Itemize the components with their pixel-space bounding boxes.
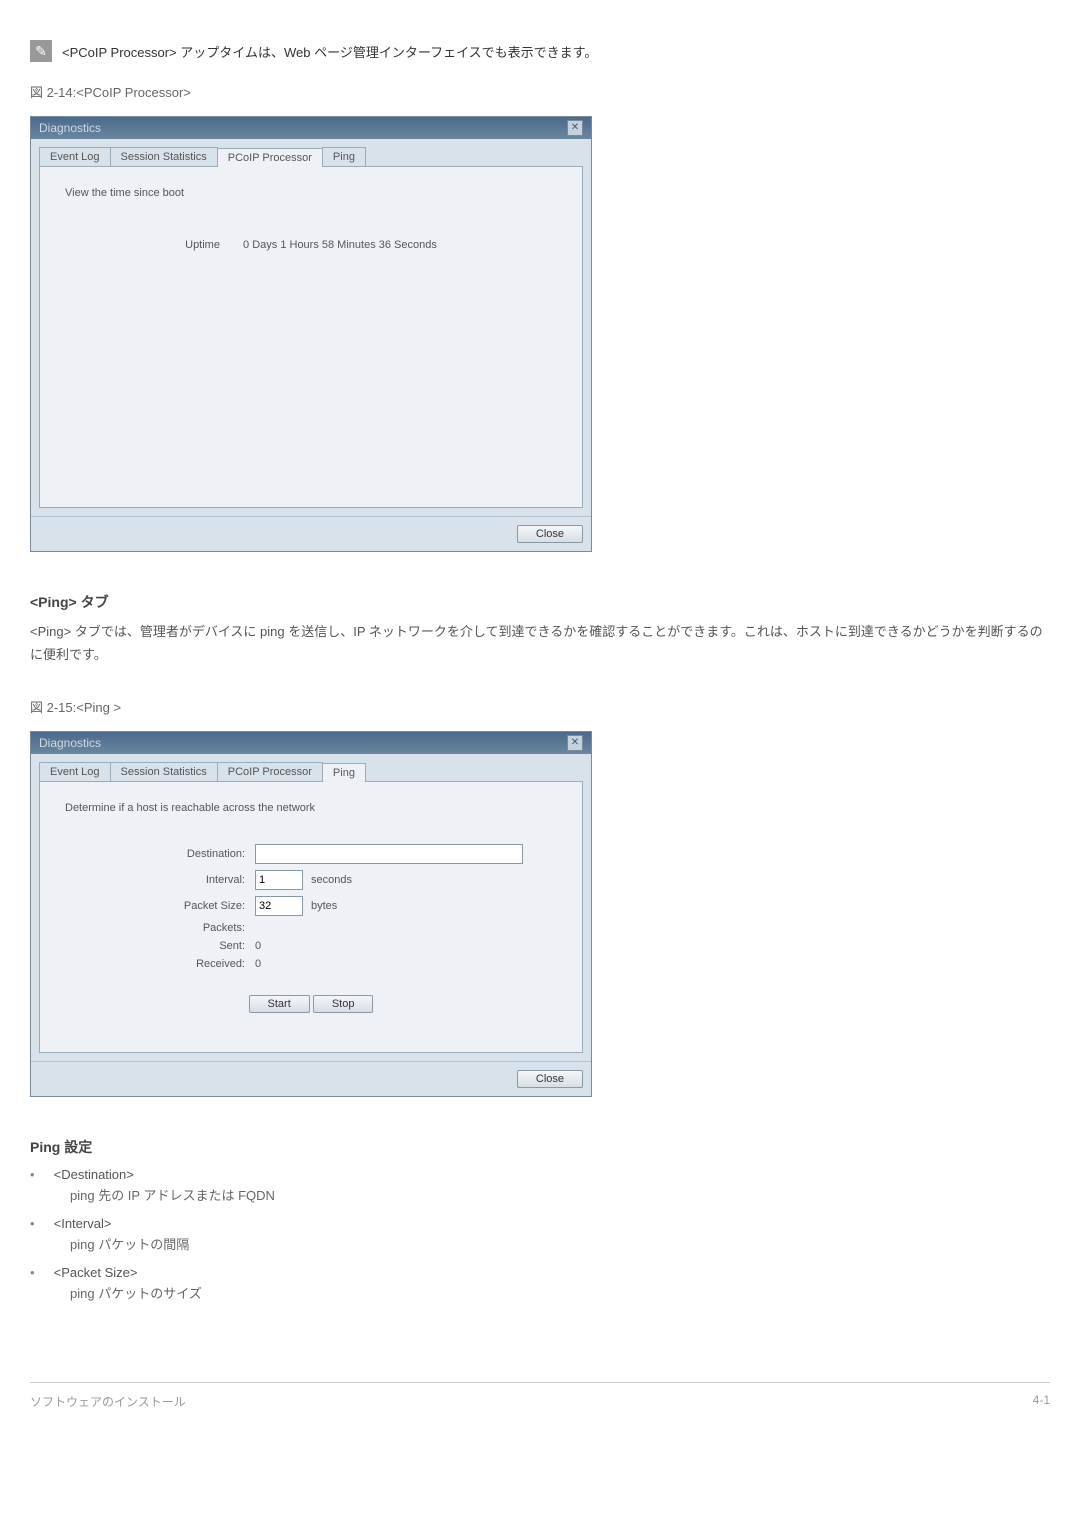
setting-destination-title: <Destination> (54, 1167, 134, 1182)
label-received: Received: (65, 958, 255, 970)
stop-button[interactable]: Stop (313, 995, 374, 1013)
dialog1-panel: View the time since boot Uptime 0 Days 1… (39, 166, 583, 508)
dialog2-titlebar: Diagnostics ✕ (31, 732, 591, 754)
tab-event-log[interactable]: Event Log (39, 762, 111, 781)
setting-interval-desc: ping パケットの間隔 (70, 1234, 1050, 1253)
ping-settings-title: Ping 設定 (30, 1137, 1050, 1157)
close-icon[interactable]: ✕ (567, 735, 583, 751)
interval-input[interactable] (255, 870, 303, 890)
list-item: • <Packet Size> ping パケットのサイズ (30, 1265, 1050, 1302)
figure1-caption: 図 2-14:<PCoIP Processor> (30, 82, 1050, 101)
note-row: ✎ <PCoIP Processor> アップタイムは、Web ページ管理インタ… (30, 40, 1050, 62)
setting-interval-title: <Interval> (54, 1216, 112, 1231)
packet-size-unit: bytes (311, 900, 337, 912)
tab-pcoip-processor[interactable]: PCoIP Processor (217, 762, 323, 781)
row-packets: Packets: (65, 922, 557, 934)
bullet-icon: • (30, 1167, 50, 1182)
setting-packet-size-title: <Packet Size> (54, 1265, 138, 1280)
dialog1-tabs: Event Log Session Statistics PCoIP Proce… (39, 147, 583, 166)
list-item: • <Destination> ping 先の IP アドレスまたは FQDN (30, 1167, 1050, 1204)
row-interval: Interval: seconds (65, 870, 557, 890)
dialog1-panel-heading: View the time since boot (65, 187, 557, 199)
diagnostics-dialog-2: Diagnostics ✕ Event Log Session Statisti… (30, 731, 592, 1097)
label-packets: Packets: (65, 922, 255, 934)
packet-size-input[interactable] (255, 896, 303, 916)
received-value: 0 (255, 958, 261, 970)
tab-ping[interactable]: Ping (322, 763, 366, 782)
setting-packet-size-desc: ping パケットのサイズ (70, 1283, 1050, 1302)
ping-tab-body: <Ping> タブでは、管理者がデバイスに ping を送信し、IP ネットワー… (30, 620, 1050, 667)
list-item: • <Interval> ping パケットの間隔 (30, 1216, 1050, 1253)
dialog2-panel: Determine if a host is reachable across … (39, 781, 583, 1053)
sent-value: 0 (255, 940, 261, 952)
footer-right: 4-1 (1033, 1393, 1050, 1410)
dialog1-title-text: Diagnostics (39, 121, 101, 135)
dialog2-footer: Close (31, 1061, 591, 1096)
ping-tab-title: <Ping> タブ (30, 592, 1050, 612)
dialog1-titlebar: Diagnostics ✕ (31, 117, 591, 139)
bullet-icon: • (30, 1216, 50, 1231)
row-destination: Destination: (65, 844, 557, 864)
dialog2-panel-heading: Determine if a host is reachable across … (65, 802, 557, 814)
diagnostics-dialog-1: Diagnostics ✕ Event Log Session Statisti… (30, 116, 592, 552)
note-icon: ✎ (30, 40, 52, 62)
row-sent: Sent: 0 (65, 940, 557, 952)
start-button[interactable]: Start (249, 995, 310, 1013)
page-footer: ソフトウェアのインストール 4-1 (30, 1382, 1050, 1410)
interval-unit: seconds (311, 874, 352, 886)
uptime-row: Uptime 0 Days 1 Hours 58 Minutes 36 Seco… (65, 239, 557, 251)
label-packet-size: Packet Size: (65, 900, 255, 912)
close-icon[interactable]: ✕ (567, 120, 583, 136)
tab-ping[interactable]: Ping (322, 147, 366, 166)
dialog1-footer: Close (31, 516, 591, 551)
tab-event-log[interactable]: Event Log (39, 147, 111, 166)
uptime-label: Uptime (185, 239, 220, 251)
close-button[interactable]: Close (517, 1070, 583, 1088)
row-received: Received: 0 (65, 958, 557, 970)
label-interval: Interval: (65, 874, 255, 886)
label-destination: Destination: (65, 848, 255, 860)
close-button[interactable]: Close (517, 525, 583, 543)
row-packet-size: Packet Size: bytes (65, 896, 557, 916)
dialog2-tabs: Event Log Session Statistics PCoIP Proce… (39, 762, 583, 781)
tab-session-statistics[interactable]: Session Statistics (110, 147, 218, 166)
tab-pcoip-processor[interactable]: PCoIP Processor (217, 148, 323, 167)
note-text: <PCoIP Processor> アップタイムは、Web ページ管理インターフ… (62, 42, 597, 61)
setting-destination-desc: ping 先の IP アドレスまたは FQDN (70, 1185, 1050, 1204)
footer-left: ソフトウェアのインストール (30, 1393, 186, 1410)
dialog2-title-text: Diagnostics (39, 736, 101, 750)
destination-input[interactable] (255, 844, 523, 864)
ping-button-row: Start Stop (65, 995, 557, 1013)
uptime-value: 0 Days 1 Hours 58 Minutes 36 Seconds (243, 239, 437, 251)
figure2-caption: 図 2-15:<Ping > (30, 697, 1050, 716)
bullet-icon: • (30, 1265, 50, 1280)
label-sent: Sent: (65, 940, 255, 952)
tab-session-statistics[interactable]: Session Statistics (110, 762, 218, 781)
ping-settings-list: • <Destination> ping 先の IP アドレスまたは FQDN … (30, 1167, 1050, 1302)
